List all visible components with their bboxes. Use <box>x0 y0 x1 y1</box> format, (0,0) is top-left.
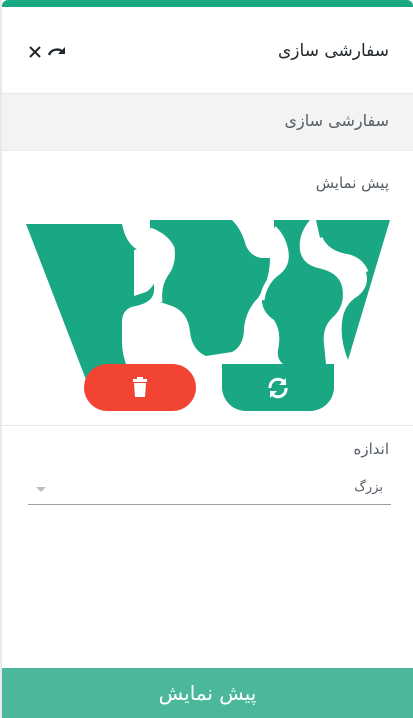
delete-button[interactable] <box>84 364 196 411</box>
page-title: سفارشی سازی <box>278 41 389 61</box>
section-title: سفارشی سازی <box>284 111 389 130</box>
redo-icon[interactable] <box>46 43 66 63</box>
header: سفارشی سازی <box>2 7 413 94</box>
size-label: اندازه <box>353 440 390 458</box>
preview-label: پیش نمایش <box>315 174 389 192</box>
customize-panel: سفارشی سازی سفارشی سازی پیش نمایش اندازه… <box>2 0 413 718</box>
refresh-button[interactable] <box>222 364 334 411</box>
divider <box>2 425 413 426</box>
size-select[interactable]: بزرگ <box>28 476 391 505</box>
preview-button[interactable]: پیش نمایش <box>2 668 413 718</box>
top-accent-bar <box>2 0 413 7</box>
trash-icon <box>132 377 148 400</box>
section-header[interactable]: سفارشی سازی <box>2 94 413 151</box>
refresh-icon <box>266 376 290 404</box>
chevron-down-icon <box>36 487 46 492</box>
logo-preview-image <box>26 210 390 390</box>
size-select-value: بزرگ <box>354 480 383 495</box>
preview-button-label: پیش نمایش <box>158 681 257 705</box>
close-icon[interactable] <box>26 43 46 63</box>
